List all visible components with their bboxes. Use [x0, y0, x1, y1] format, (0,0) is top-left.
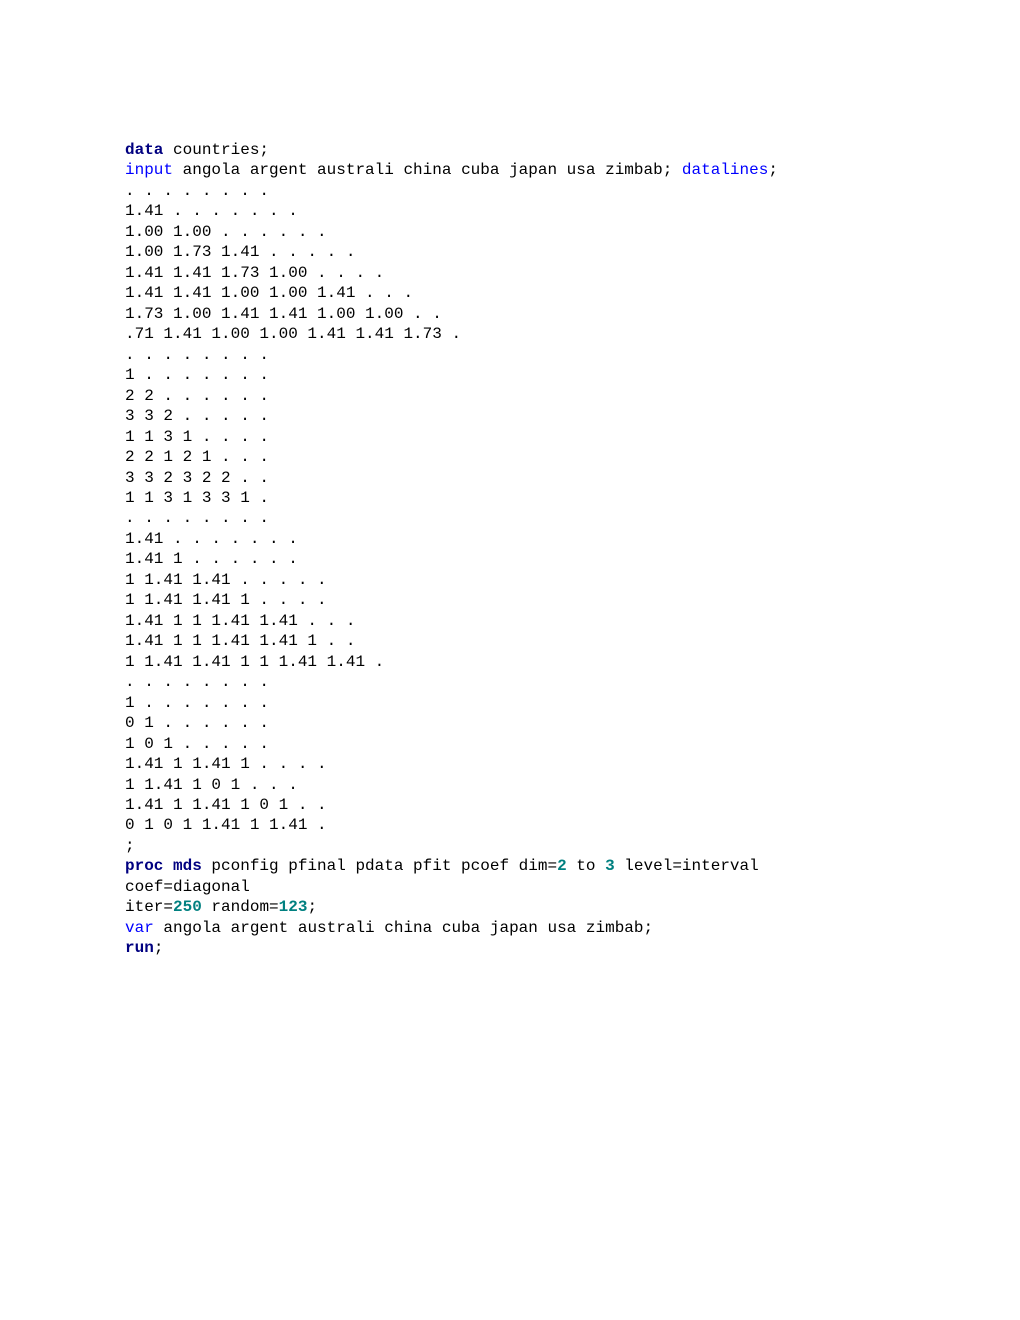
- code-text: countries;: [163, 141, 269, 159]
- data-line: 1.41 1.41 1.73 1.00 . . . .: [125, 264, 384, 282]
- data-line: 1 1.41 1.41 . . . . .: [125, 571, 327, 589]
- data-line: .71 1.41 1.00 1.00 1.41 1.41 1.73 .: [125, 325, 461, 343]
- data-line: 1 1.41 1 0 1 . . .: [125, 776, 298, 794]
- keyword-var: var: [125, 919, 154, 937]
- keyword-datalines: datalines: [682, 161, 768, 179]
- data-line: ;: [125, 837, 135, 855]
- data-line: 1 . . . . . . .: [125, 694, 269, 712]
- number: 2: [557, 857, 567, 875]
- data-line: 1 1 3 1 . . . .: [125, 428, 269, 446]
- data-line: 1.00 1.73 1.41 . . . . .: [125, 243, 355, 261]
- code-block: data countries; input angola argent aust…: [0, 0, 1020, 959]
- code-text: pconfig pfinal pdata pfit pcoef dim=: [202, 857, 557, 875]
- data-line: 1.41 . . . . . . .: [125, 530, 298, 548]
- data-line: 1.41 1.41 1.00 1.00 1.41 . . .: [125, 284, 413, 302]
- data-line: . . . . . . . .: [125, 346, 269, 364]
- data-line: . . . . . . . .: [125, 182, 269, 200]
- data-line: 2 2 1 2 1 . . .: [125, 448, 269, 466]
- code-text: random=: [202, 898, 279, 916]
- keyword-data: data: [125, 141, 163, 159]
- code-text: angola argent australi china cuba japan …: [154, 919, 653, 937]
- data-line: . . . . . . . .: [125, 509, 269, 527]
- number: 123: [279, 898, 308, 916]
- code-text: ;: [768, 161, 778, 179]
- code-text: coef=diagonal: [125, 878, 250, 896]
- data-line: 1.41 1 1.41 1 0 1 . .: [125, 796, 327, 814]
- data-line: 1 1 3 1 3 3 1 .: [125, 489, 269, 507]
- code-text: level=interval: [615, 857, 759, 875]
- code-text: to: [567, 857, 605, 875]
- code-text: ;: [307, 898, 317, 916]
- code-text: iter=: [125, 898, 173, 916]
- data-line: 1 . . . . . . .: [125, 366, 269, 384]
- data-line: 0 1 . . . . . .: [125, 714, 269, 732]
- data-line: 1.00 1.00 . . . . . .: [125, 223, 327, 241]
- data-line: 1.73 1.00 1.41 1.41 1.00 1.00 . .: [125, 305, 442, 323]
- keyword-input: input: [125, 161, 173, 179]
- data-line: 1.41 1 1.41 1 . . . .: [125, 755, 327, 773]
- data-line: . . . . . . . .: [125, 673, 269, 691]
- number: 3: [605, 857, 615, 875]
- code-text: angola argent australi china cuba japan …: [173, 161, 682, 179]
- data-line: 3 3 2 3 2 2 . .: [125, 469, 269, 487]
- keyword-proc: proc mds: [125, 857, 202, 875]
- data-line: 1 1.41 1.41 1 . . . .: [125, 591, 327, 609]
- data-line: 1.41 1 1 1.41 1.41 1 . .: [125, 632, 355, 650]
- data-line: 0 1 0 1 1.41 1 1.41 .: [125, 816, 327, 834]
- keyword-run: run: [125, 939, 154, 957]
- data-line: 1 1.41 1.41 1 1 1.41 1.41 .: [125, 653, 384, 671]
- data-line: 3 3 2 . . . . .: [125, 407, 269, 425]
- code-text: ;: [154, 939, 164, 957]
- data-line: 1.41 1 1 1.41 1.41 . . .: [125, 612, 355, 630]
- data-line: 1 0 1 . . . . .: [125, 735, 269, 753]
- number: 250: [173, 898, 202, 916]
- data-line: 2 2 . . . . . .: [125, 387, 269, 405]
- data-line: 1.41 1 . . . . . .: [125, 550, 298, 568]
- data-line: 1.41 . . . . . . .: [125, 202, 298, 220]
